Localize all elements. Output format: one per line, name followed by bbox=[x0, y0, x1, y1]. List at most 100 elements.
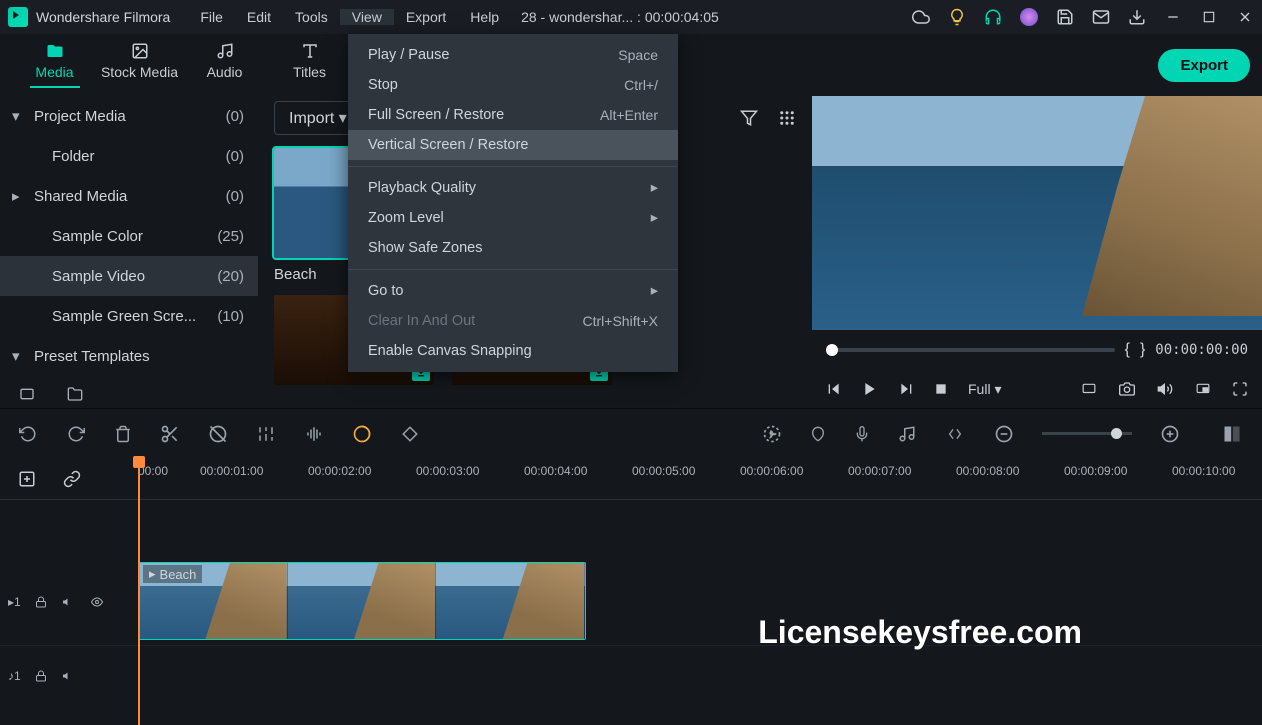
undo-icon[interactable] bbox=[18, 425, 38, 443]
menu-help[interactable]: Help bbox=[458, 9, 511, 25]
app-title: Wondershare Filmora bbox=[36, 9, 170, 25]
play-icon[interactable] bbox=[862, 381, 878, 397]
lightbulb-icon[interactable] bbox=[948, 8, 966, 26]
dd-vertical-screen[interactable]: Vertical Screen / Restore bbox=[348, 130, 678, 160]
sidebar-folder[interactable]: Folder(0) bbox=[0, 136, 258, 176]
zoom-in-icon[interactable] bbox=[1160, 424, 1180, 444]
menu-edit[interactable]: Edit bbox=[235, 9, 283, 25]
tab-audio[interactable]: Audio bbox=[182, 36, 267, 94]
dd-play-pause[interactable]: Play / PauseSpace bbox=[348, 40, 678, 70]
dd-stop[interactable]: StopCtrl+/ bbox=[348, 70, 678, 100]
menu-file[interactable]: File bbox=[188, 9, 235, 25]
folder-icon bbox=[44, 42, 66, 60]
sidebar-project-media[interactable]: ▾Project Media(0) bbox=[0, 96, 258, 136]
filter-icon[interactable] bbox=[740, 109, 758, 127]
download-icon[interactable] bbox=[1128, 8, 1146, 26]
audio-track-1: ♪1 bbox=[0, 646, 1262, 706]
track-type-video-icon: ▸1 bbox=[8, 595, 21, 609]
text-icon bbox=[301, 42, 319, 60]
music-icon bbox=[216, 42, 234, 60]
dd-separator bbox=[348, 166, 678, 167]
timeline-toolbar bbox=[0, 408, 1262, 458]
crop-icon[interactable] bbox=[208, 424, 228, 444]
snapshot-icon[interactable] bbox=[1118, 381, 1136, 397]
headset-icon[interactable] bbox=[984, 8, 1002, 26]
mark-in-icon[interactable]: { bbox=[1125, 341, 1130, 359]
dd-goto[interactable]: Go to▸ bbox=[348, 276, 678, 306]
preview-viewport[interactable] bbox=[812, 96, 1262, 330]
menu-tools[interactable]: Tools bbox=[283, 9, 340, 25]
tab-label: Titles bbox=[293, 64, 326, 80]
sidebar-preset-templates[interactable]: ▾Preset Templates bbox=[0, 336, 258, 376]
track-visibility-icon[interactable] bbox=[89, 596, 105, 608]
dd-clear-in-out: Clear In And OutCtrl+Shift+X bbox=[348, 306, 678, 336]
new-bin-icon[interactable] bbox=[18, 386, 36, 402]
media-sidebar: ▾Project Media(0) Folder(0) ▸Shared Medi… bbox=[0, 96, 258, 408]
export-button[interactable]: Export bbox=[1158, 49, 1250, 82]
aspect-icon[interactable] bbox=[1080, 382, 1098, 396]
dd-canvas-snapping[interactable]: Enable Canvas Snapping bbox=[348, 336, 678, 366]
track-mute-icon[interactable] bbox=[61, 596, 75, 608]
save-icon[interactable] bbox=[1056, 8, 1074, 26]
track-lock-icon[interactable] bbox=[35, 669, 47, 683]
fit-icon[interactable] bbox=[944, 426, 966, 442]
link-icon[interactable] bbox=[62, 470, 82, 488]
track-type-audio-icon: ♪1 bbox=[8, 669, 21, 683]
dd-fullscreen[interactable]: Full Screen / RestoreAlt+Enter bbox=[348, 100, 678, 130]
maximize-icon[interactable] bbox=[1200, 8, 1218, 26]
tab-titles[interactable]: Titles bbox=[267, 36, 352, 94]
zoom-slider[interactable] bbox=[1042, 432, 1132, 435]
keyframe-icon[interactable] bbox=[400, 425, 420, 443]
audio-wave-icon[interactable] bbox=[304, 425, 324, 443]
minimize-icon[interactable] bbox=[1164, 8, 1182, 26]
clip-play-icon: ▸ bbox=[149, 566, 156, 582]
step-back-icon[interactable] bbox=[826, 381, 842, 397]
pip-icon[interactable] bbox=[1194, 382, 1212, 396]
step-forward-icon[interactable] bbox=[898, 381, 914, 397]
sidebar-sample-green[interactable]: Sample Green Scre...(10) bbox=[0, 296, 258, 336]
mark-out-icon[interactable]: } bbox=[1140, 341, 1145, 359]
dd-playback-quality[interactable]: Playback Quality▸ bbox=[348, 173, 678, 203]
grid-icon[interactable] bbox=[778, 109, 796, 127]
time-ruler[interactable]: 00:00 00:00:01:00 00:00:02:00 00:00:03:0… bbox=[130, 458, 1262, 499]
sidebar-sample-video[interactable]: Sample Video(20) bbox=[0, 256, 258, 296]
menu-view[interactable]: View bbox=[340, 9, 394, 25]
timeline: 00:00 00:00:01:00 00:00:02:00 00:00:03:0… bbox=[0, 458, 1262, 725]
profile-icon[interactable] bbox=[1020, 8, 1038, 26]
track-mute-icon[interactable] bbox=[61, 670, 75, 682]
speed-icon[interactable] bbox=[256, 425, 276, 443]
zoom-select[interactable]: Full ▾ bbox=[968, 381, 1001, 398]
dd-zoom-level[interactable]: Zoom Level▸ bbox=[348, 203, 678, 233]
timeline-clip-beach[interactable]: ▸Beach bbox=[138, 562, 586, 640]
zoom-out-icon[interactable] bbox=[994, 424, 1014, 444]
redo-icon[interactable] bbox=[66, 425, 86, 443]
volume-icon[interactable] bbox=[1156, 381, 1174, 397]
track-options-icon[interactable] bbox=[18, 470, 36, 488]
cloud-icon[interactable] bbox=[912, 8, 930, 26]
menu-export[interactable]: Export bbox=[394, 9, 458, 25]
tab-media[interactable]: Media bbox=[12, 36, 97, 94]
fullscreen-icon[interactable] bbox=[1232, 381, 1248, 397]
panel-toggle-icon[interactable] bbox=[1220, 424, 1244, 444]
preview-scrubber[interactable] bbox=[826, 348, 1115, 352]
cut-icon[interactable] bbox=[160, 424, 180, 444]
dd-separator bbox=[348, 269, 678, 270]
stop-icon[interactable] bbox=[934, 382, 948, 396]
app-logo-icon bbox=[8, 7, 28, 27]
close-icon[interactable] bbox=[1236, 8, 1254, 26]
audio-mixer-icon[interactable] bbox=[898, 425, 916, 443]
sidebar-sample-color[interactable]: Sample Color(25) bbox=[0, 216, 258, 256]
playhead[interactable] bbox=[138, 458, 140, 725]
sidebar-shared-media[interactable]: ▸Shared Media(0) bbox=[0, 176, 258, 216]
new-folder-icon[interactable] bbox=[66, 386, 84, 402]
mail-icon[interactable] bbox=[1092, 8, 1110, 26]
render-icon[interactable] bbox=[762, 424, 782, 444]
track-lock-icon[interactable] bbox=[35, 595, 47, 609]
dd-safe-zones[interactable]: Show Safe Zones bbox=[348, 233, 678, 263]
delete-icon[interactable] bbox=[114, 424, 132, 444]
view-dropdown: Play / PauseSpace StopCtrl+/ Full Screen… bbox=[348, 34, 678, 372]
voiceover-icon[interactable] bbox=[854, 424, 870, 444]
tab-stock-media[interactable]: Stock Media bbox=[97, 36, 182, 94]
color-icon[interactable] bbox=[352, 424, 372, 444]
marker-icon[interactable] bbox=[810, 424, 826, 444]
